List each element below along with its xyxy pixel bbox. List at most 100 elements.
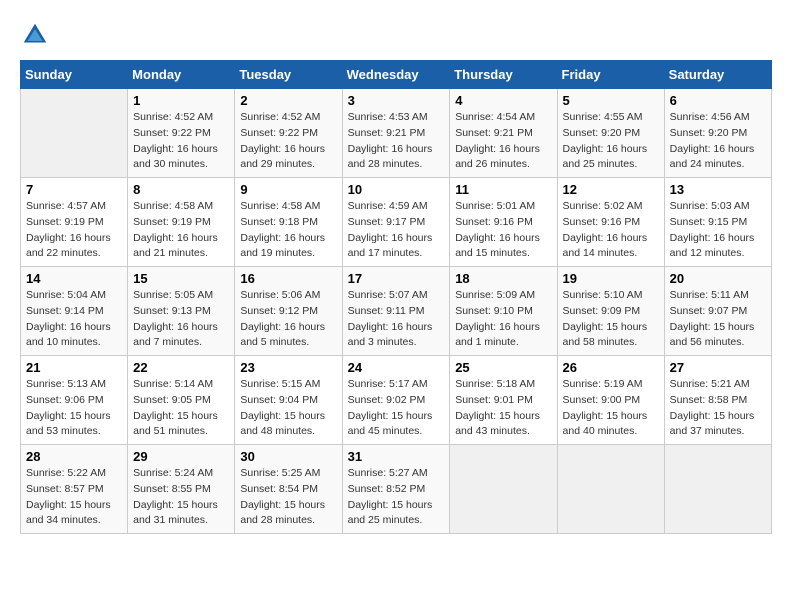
day-number: 7 [26, 182, 122, 197]
calendar-cell: 29 Sunrise: 5:24 AMSunset: 8:55 PMDayligh… [128, 445, 235, 534]
day-number: 29 [133, 449, 229, 464]
day-number: 12 [563, 182, 659, 197]
calendar-table: SundayMondayTuesdayWednesdayThursdayFrid… [20, 60, 772, 534]
day-info: Sunrise: 4:58 AMSunset: 9:19 PMDaylight:… [133, 199, 229, 262]
header-cell-tuesday: Tuesday [235, 61, 342, 89]
calendar-cell: 25 Sunrise: 5:18 AMSunset: 9:01 PMDayligh… [450, 356, 557, 445]
calendar-cell: 6 Sunrise: 4:56 AMSunset: 9:20 PMDaylight… [664, 89, 771, 178]
week-row-4: 21 Sunrise: 5:13 AMSunset: 9:06 PMDayligh… [21, 356, 772, 445]
day-info: Sunrise: 5:21 AMSunset: 8:58 PMDaylight:… [670, 377, 766, 440]
calendar-cell: 17 Sunrise: 5:07 AMSunset: 9:11 PMDayligh… [342, 267, 450, 356]
week-row-3: 14 Sunrise: 5:04 AMSunset: 9:14 PMDayligh… [21, 267, 772, 356]
day-number: 31 [348, 449, 445, 464]
calendar-cell [557, 445, 664, 534]
calendar-cell: 3 Sunrise: 4:53 AMSunset: 9:21 PMDaylight… [342, 89, 450, 178]
day-number: 18 [455, 271, 551, 286]
day-number: 14 [26, 271, 122, 286]
day-info: Sunrise: 5:03 AMSunset: 9:15 PMDaylight:… [670, 199, 766, 262]
day-number: 16 [240, 271, 336, 286]
day-info: Sunrise: 5:10 AMSunset: 9:09 PMDaylight:… [563, 288, 659, 351]
day-info: Sunrise: 4:53 AMSunset: 9:21 PMDaylight:… [348, 110, 445, 173]
calendar-cell: 9 Sunrise: 4:58 AMSunset: 9:18 PMDaylight… [235, 178, 342, 267]
calendar-cell [21, 89, 128, 178]
day-number: 8 [133, 182, 229, 197]
day-number: 6 [670, 93, 766, 108]
day-number: 27 [670, 360, 766, 375]
day-number: 30 [240, 449, 336, 464]
calendar-cell: 13 Sunrise: 5:03 AMSunset: 9:15 PMDayligh… [664, 178, 771, 267]
day-number: 11 [455, 182, 551, 197]
day-info: Sunrise: 5:09 AMSunset: 9:10 PMDaylight:… [455, 288, 551, 351]
day-number: 15 [133, 271, 229, 286]
day-info: Sunrise: 5:27 AMSunset: 8:52 PMDaylight:… [348, 466, 445, 529]
logo [20, 20, 52, 50]
calendar-cell: 18 Sunrise: 5:09 AMSunset: 9:10 PMDayligh… [450, 267, 557, 356]
day-info: Sunrise: 5:06 AMSunset: 9:12 PMDaylight:… [240, 288, 336, 351]
calendar-cell: 7 Sunrise: 4:57 AMSunset: 9:19 PMDaylight… [21, 178, 128, 267]
week-row-1: 1 Sunrise: 4:52 AMSunset: 9:22 PMDaylight… [21, 89, 772, 178]
calendar-cell: 21 Sunrise: 5:13 AMSunset: 9:06 PMDayligh… [21, 356, 128, 445]
day-number: 5 [563, 93, 659, 108]
day-number: 21 [26, 360, 122, 375]
logo-icon [20, 20, 50, 50]
day-info: Sunrise: 4:57 AMSunset: 9:19 PMDaylight:… [26, 199, 122, 262]
day-info: Sunrise: 5:17 AMSunset: 9:02 PMDaylight:… [348, 377, 445, 440]
day-info: Sunrise: 5:04 AMSunset: 9:14 PMDaylight:… [26, 288, 122, 351]
day-info: Sunrise: 4:52 AMSunset: 9:22 PMDaylight:… [133, 110, 229, 173]
day-info: Sunrise: 5:14 AMSunset: 9:05 PMDaylight:… [133, 377, 229, 440]
day-number: 25 [455, 360, 551, 375]
calendar-cell: 20 Sunrise: 5:11 AMSunset: 9:07 PMDayligh… [664, 267, 771, 356]
calendar-cell: 24Sunrise: 5:17 AMSunset: 9:02 PMDayligh… [342, 356, 450, 445]
day-info: Sunrise: 5:24 AMSunset: 8:55 PMDaylight:… [133, 466, 229, 529]
calendar-cell: 14 Sunrise: 5:04 AMSunset: 9:14 PMDayligh… [21, 267, 128, 356]
day-info: Sunrise: 5:18 AMSunset: 9:01 PMDaylight:… [455, 377, 551, 440]
header-cell-thursday: Thursday [450, 61, 557, 89]
calendar-cell: 1 Sunrise: 4:52 AMSunset: 9:22 PMDaylight… [128, 89, 235, 178]
day-number: 22 [133, 360, 229, 375]
day-info: Sunrise: 5:07 AMSunset: 9:11 PMDaylight:… [348, 288, 445, 351]
day-number: 9 [240, 182, 336, 197]
header-cell-monday: Monday [128, 61, 235, 89]
calendar-cell: 30 Sunrise: 5:25 AMSunset: 8:54 PMDayligh… [235, 445, 342, 534]
day-info: Sunrise: 4:58 AMSunset: 9:18 PMDaylight:… [240, 199, 336, 262]
calendar-cell: 16 Sunrise: 5:06 AMSunset: 9:12 PMDayligh… [235, 267, 342, 356]
day-number: 23 [240, 360, 336, 375]
day-info: Sunrise: 4:52 AMSunset: 9:22 PMDaylight:… [240, 110, 336, 173]
header-cell-saturday: Saturday [664, 61, 771, 89]
calendar-cell: 11 Sunrise: 5:01 AMSunset: 9:16 PMDayligh… [450, 178, 557, 267]
calendar-cell: 28 Sunrise: 5:22 AMSunset: 8:57 PMDayligh… [21, 445, 128, 534]
day-info: Sunrise: 5:15 AMSunset: 9:04 PMDaylight:… [240, 377, 336, 440]
header-cell-wednesday: Wednesday [342, 61, 450, 89]
calendar-cell: 2Sunrise: 4:52 AMSunset: 9:22 PMDaylight… [235, 89, 342, 178]
day-number: 1 [133, 93, 229, 108]
calendar-cell: 5 Sunrise: 4:55 AMSunset: 9:20 PMDaylight… [557, 89, 664, 178]
day-info: Sunrise: 5:13 AMSunset: 9:06 PMDaylight:… [26, 377, 122, 440]
calendar-cell: 4Sunrise: 4:54 AMSunset: 9:21 PMDaylight… [450, 89, 557, 178]
day-number: 17 [348, 271, 445, 286]
calendar-cell [450, 445, 557, 534]
day-info: Sunrise: 5:11 AMSunset: 9:07 PMDaylight:… [670, 288, 766, 351]
header-cell-sunday: Sunday [21, 61, 128, 89]
calendar-cell: 31 Sunrise: 5:27 AMSunset: 8:52 PMDayligh… [342, 445, 450, 534]
calendar-cell: 22 Sunrise: 5:14 AMSunset: 9:05 PMDayligh… [128, 356, 235, 445]
calendar-cell: 27 Sunrise: 5:21 AMSunset: 8:58 PMDayligh… [664, 356, 771, 445]
calendar-cell: 10Sunrise: 4:59 AMSunset: 9:17 PMDayligh… [342, 178, 450, 267]
day-info: Sunrise: 5:25 AMSunset: 8:54 PMDaylight:… [240, 466, 336, 529]
calendar-cell: 26 Sunrise: 5:19 AMSunset: 9:00 PMDayligh… [557, 356, 664, 445]
day-info: Sunrise: 5:05 AMSunset: 9:13 PMDaylight:… [133, 288, 229, 351]
day-info: Sunrise: 4:56 AMSunset: 9:20 PMDaylight:… [670, 110, 766, 173]
day-number: 28 [26, 449, 122, 464]
week-row-5: 28 Sunrise: 5:22 AMSunset: 8:57 PMDayligh… [21, 445, 772, 534]
day-number: 20 [670, 271, 766, 286]
day-number: 3 [348, 93, 445, 108]
calendar-cell: 19 Sunrise: 5:10 AMSunset: 9:09 PMDayligh… [557, 267, 664, 356]
day-info: Sunrise: 5:19 AMSunset: 9:00 PMDaylight:… [563, 377, 659, 440]
day-info: Sunrise: 4:55 AMSunset: 9:20 PMDaylight:… [563, 110, 659, 173]
day-number: 19 [563, 271, 659, 286]
day-info: Sunrise: 4:59 AMSunset: 9:17 PMDaylight:… [348, 199, 445, 262]
day-number: 26 [563, 360, 659, 375]
day-info: Sunrise: 5:01 AMSunset: 9:16 PMDaylight:… [455, 199, 551, 262]
day-number: 4 [455, 93, 551, 108]
day-info: Sunrise: 5:22 AMSunset: 8:57 PMDaylight:… [26, 466, 122, 529]
day-number: 13 [670, 182, 766, 197]
